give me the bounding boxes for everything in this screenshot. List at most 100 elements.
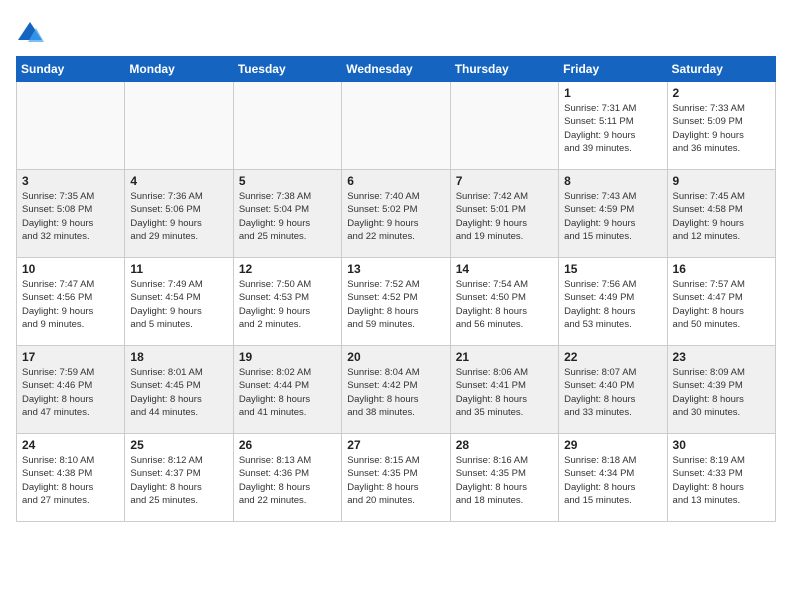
day-info: Sunrise: 8:02 AM Sunset: 4:44 PM Dayligh…	[239, 366, 336, 419]
day-info: Sunrise: 7:57 AM Sunset: 4:47 PM Dayligh…	[673, 278, 770, 331]
calendar-cell: 2 Sunrise: 7:33 AM Sunset: 5:09 PM Daylig…	[667, 82, 775, 170]
calendar-cell: 6 Sunrise: 7:40 AM Sunset: 5:02 PM Daylig…	[342, 170, 450, 258]
header	[16, 16, 776, 48]
day-number: 11	[130, 262, 227, 276]
day-info: Sunrise: 7:40 AM Sunset: 5:02 PM Dayligh…	[347, 190, 444, 243]
day-number: 9	[673, 174, 770, 188]
day-number: 18	[130, 350, 227, 364]
page: SundayMondayTuesdayWednesdayThursdayFrid…	[0, 0, 792, 532]
day-number: 26	[239, 438, 336, 452]
calendar-cell: 23 Sunrise: 8:09 AM Sunset: 4:39 PM Dayli…	[667, 346, 775, 434]
day-info: Sunrise: 7:43 AM Sunset: 4:59 PM Dayligh…	[564, 190, 661, 243]
calendar-cell: 16 Sunrise: 7:57 AM Sunset: 4:47 PM Dayli…	[667, 258, 775, 346]
day-info: Sunrise: 7:45 AM Sunset: 4:58 PM Dayligh…	[673, 190, 770, 243]
day-number: 7	[456, 174, 553, 188]
day-info: Sunrise: 8:07 AM Sunset: 4:40 PM Dayligh…	[564, 366, 661, 419]
calendar-cell: 29 Sunrise: 8:18 AM Sunset: 4:34 PM Dayli…	[559, 434, 667, 522]
calendar-cell: 18 Sunrise: 8:01 AM Sunset: 4:45 PM Dayli…	[125, 346, 233, 434]
day-info: Sunrise: 7:50 AM Sunset: 4:53 PM Dayligh…	[239, 278, 336, 331]
logo-icon	[16, 20, 44, 48]
calendar-cell	[125, 82, 233, 170]
calendar-cell: 1 Sunrise: 7:31 AM Sunset: 5:11 PM Daylig…	[559, 82, 667, 170]
calendar-cell: 30 Sunrise: 8:19 AM Sunset: 4:33 PM Dayli…	[667, 434, 775, 522]
calendar-cell	[233, 82, 341, 170]
day-number: 20	[347, 350, 444, 364]
day-number: 6	[347, 174, 444, 188]
calendar-cell: 13 Sunrise: 7:52 AM Sunset: 4:52 PM Dayli…	[342, 258, 450, 346]
day-number: 24	[22, 438, 119, 452]
day-number: 8	[564, 174, 661, 188]
day-number: 2	[673, 86, 770, 100]
calendar-cell: 14 Sunrise: 7:54 AM Sunset: 4:50 PM Dayli…	[450, 258, 558, 346]
weekday-header-wednesday: Wednesday	[342, 57, 450, 82]
day-number: 12	[239, 262, 336, 276]
calendar-cell: 22Sunrise: 8:07 AM Sunset: 4:40 PM Dayli…	[559, 346, 667, 434]
day-number: 1	[564, 86, 661, 100]
weekday-header-sunday: Sunday	[17, 57, 125, 82]
day-number: 29	[564, 438, 661, 452]
calendar-cell	[450, 82, 558, 170]
day-number: 19	[239, 350, 336, 364]
day-number: 10	[22, 262, 119, 276]
calendar-cell: 20 Sunrise: 8:04 AM Sunset: 4:42 PM Dayli…	[342, 346, 450, 434]
day-number: 4	[130, 174, 227, 188]
calendar-cell: 26 Sunrise: 8:13 AM Sunset: 4:36 PM Dayli…	[233, 434, 341, 522]
calendar-cell: 3 Sunrise: 7:35 AM Sunset: 5:08 PM Daylig…	[17, 170, 125, 258]
day-info: Sunrise: 7:35 AM Sunset: 5:08 PM Dayligh…	[22, 190, 119, 243]
calendar-cell: 7 Sunrise: 7:42 AM Sunset: 5:01 PM Daylig…	[450, 170, 558, 258]
weekday-header-row: SundayMondayTuesdayWednesdayThursdayFrid…	[17, 57, 776, 82]
day-info: Sunrise: 7:33 AM Sunset: 5:09 PM Dayligh…	[673, 102, 770, 155]
day-info: Sunrise: 8:04 AM Sunset: 4:42 PM Dayligh…	[347, 366, 444, 419]
day-info: Sunrise: 8:19 AM Sunset: 4:33 PM Dayligh…	[673, 454, 770, 507]
day-info: Sunrise: 7:54 AM Sunset: 4:50 PM Dayligh…	[456, 278, 553, 331]
day-number: 28	[456, 438, 553, 452]
day-info: Sunrise: 8:01 AM Sunset: 4:45 PM Dayligh…	[130, 366, 227, 419]
day-info: Sunrise: 8:13 AM Sunset: 4:36 PM Dayligh…	[239, 454, 336, 507]
day-number: 17	[22, 350, 119, 364]
day-info: Sunrise: 8:06 AM Sunset: 4:41 PM Dayligh…	[456, 366, 553, 419]
week-row-4: 17 Sunrise: 7:59 AM Sunset: 4:46 PM Dayli…	[17, 346, 776, 434]
day-number: 21	[456, 350, 553, 364]
day-number: 14	[456, 262, 553, 276]
day-info: Sunrise: 7:36 AM Sunset: 5:06 PM Dayligh…	[130, 190, 227, 243]
day-info: Sunrise: 8:18 AM Sunset: 4:34 PM Dayligh…	[564, 454, 661, 507]
day-number: 5	[239, 174, 336, 188]
calendar-cell: 11 Sunrise: 7:49 AM Sunset: 4:54 PM Dayli…	[125, 258, 233, 346]
day-info: Sunrise: 7:38 AM Sunset: 5:04 PM Dayligh…	[239, 190, 336, 243]
day-number: 3	[22, 174, 119, 188]
day-info: Sunrise: 7:59 AM Sunset: 4:46 PM Dayligh…	[22, 366, 119, 419]
calendar-cell: 28Sunrise: 8:16 AM Sunset: 4:35 PM Dayli…	[450, 434, 558, 522]
calendar-cell	[342, 82, 450, 170]
day-number: 27	[347, 438, 444, 452]
day-info: Sunrise: 7:31 AM Sunset: 5:11 PM Dayligh…	[564, 102, 661, 155]
calendar-cell: 15Sunrise: 7:56 AM Sunset: 4:49 PM Dayli…	[559, 258, 667, 346]
day-info: Sunrise: 7:47 AM Sunset: 4:56 PM Dayligh…	[22, 278, 119, 331]
week-row-1: 1 Sunrise: 7:31 AM Sunset: 5:11 PM Daylig…	[17, 82, 776, 170]
logo	[16, 20, 48, 48]
day-info: Sunrise: 8:09 AM Sunset: 4:39 PM Dayligh…	[673, 366, 770, 419]
day-info: Sunrise: 8:12 AM Sunset: 4:37 PM Dayligh…	[130, 454, 227, 507]
calendar-cell: 21 Sunrise: 8:06 AM Sunset: 4:41 PM Dayli…	[450, 346, 558, 434]
day-number: 13	[347, 262, 444, 276]
day-info: Sunrise: 8:15 AM Sunset: 4:35 PM Dayligh…	[347, 454, 444, 507]
day-number: 25	[130, 438, 227, 452]
calendar-cell: 17 Sunrise: 7:59 AM Sunset: 4:46 PM Dayli…	[17, 346, 125, 434]
weekday-header-tuesday: Tuesday	[233, 57, 341, 82]
day-number: 16	[673, 262, 770, 276]
calendar-cell: 10 Sunrise: 7:47 AM Sunset: 4:56 PM Dayli…	[17, 258, 125, 346]
day-info: Sunrise: 7:52 AM Sunset: 4:52 PM Dayligh…	[347, 278, 444, 331]
day-number: 30	[673, 438, 770, 452]
calendar-cell: 5 Sunrise: 7:38 AM Sunset: 5:04 PM Daylig…	[233, 170, 341, 258]
day-info: Sunrise: 8:10 AM Sunset: 4:38 PM Dayligh…	[22, 454, 119, 507]
weekday-header-monday: Monday	[125, 57, 233, 82]
calendar-cell: 24 Sunrise: 8:10 AM Sunset: 4:38 PM Dayli…	[17, 434, 125, 522]
calendar-cell	[17, 82, 125, 170]
weekday-header-thursday: Thursday	[450, 57, 558, 82]
calendar-cell: 8 Sunrise: 7:43 AM Sunset: 4:59 PM Daylig…	[559, 170, 667, 258]
calendar: SundayMondayTuesdayWednesdayThursdayFrid…	[16, 56, 776, 522]
day-number: 15	[564, 262, 661, 276]
day-number: 23	[673, 350, 770, 364]
day-info: Sunrise: 7:42 AM Sunset: 5:01 PM Dayligh…	[456, 190, 553, 243]
week-row-3: 10 Sunrise: 7:47 AM Sunset: 4:56 PM Dayli…	[17, 258, 776, 346]
day-info: Sunrise: 7:49 AM Sunset: 4:54 PM Dayligh…	[130, 278, 227, 331]
